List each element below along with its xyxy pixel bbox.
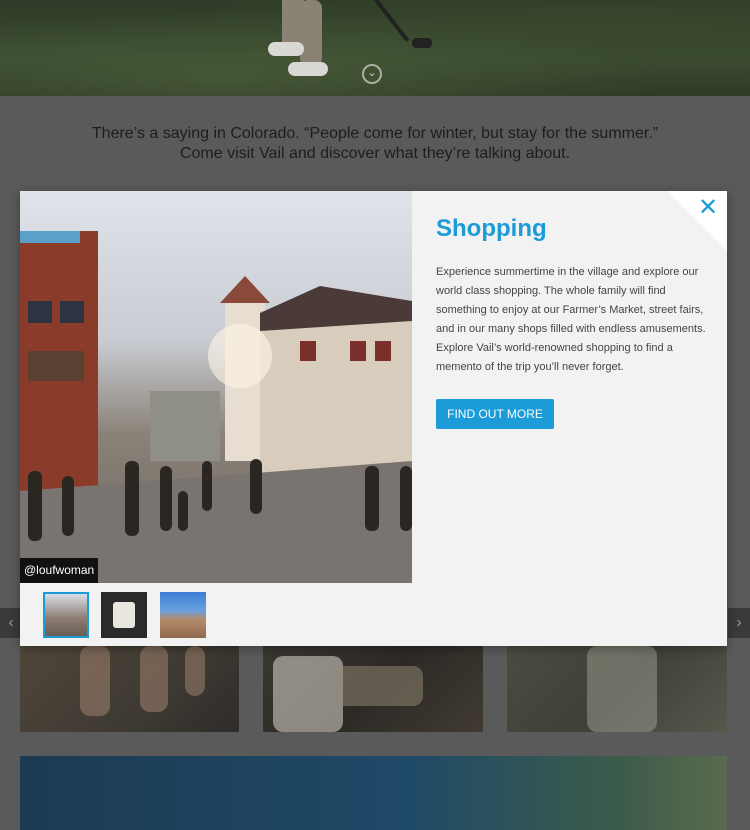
chevron-down-circle-icon[interactable]: ⌄ (362, 64, 382, 84)
carousel-prev-button[interactable]: ‹ (0, 608, 22, 638)
person-figure (140, 646, 168, 712)
village-street-illustration (20, 231, 412, 583)
hero-image: ⌄ (0, 0, 750, 96)
building-right (260, 311, 412, 481)
thumbnail-cake[interactable] (101, 592, 147, 638)
person-figure (185, 646, 205, 696)
distant-buildings (150, 391, 220, 461)
dining-table (333, 666, 423, 706)
thumbnail-village-buildings[interactable] (160, 592, 206, 638)
golfer-shoe (268, 42, 304, 56)
sun-glare (208, 324, 272, 388)
person-figure (80, 646, 110, 716)
bottom-banner-image (20, 756, 727, 830)
carousel-next-button[interactable]: › (728, 608, 750, 638)
gallery-tile-shopping[interactable] (20, 646, 239, 732)
window (300, 341, 316, 361)
window (375, 341, 391, 361)
window (350, 341, 366, 361)
hammock (587, 646, 657, 732)
cake-shape (113, 602, 135, 628)
golfer-leg (300, 0, 322, 66)
photo-credit: @loufwoman (20, 558, 99, 583)
window (28, 351, 84, 381)
window (28, 301, 52, 323)
gallery-tile-dining[interactable] (263, 646, 483, 732)
activity-modal: @loufwoman Shopping Experience summertim… (20, 191, 727, 646)
gallery-tile-hammock[interactable] (507, 646, 727, 732)
tower-roof (220, 276, 270, 303)
thumbnail-village-street[interactable] (43, 592, 89, 638)
intro-text: There’s a saying in Colorado. “People co… (0, 124, 750, 164)
building-roof-trim (20, 231, 80, 243)
modal-title: Shopping (436, 215, 547, 242)
intro-line-2: Come visit Vail and discover what they’r… (179, 145, 571, 162)
window (60, 301, 84, 323)
intro-line-1: There’s a saying in Colorado. “People co… (91, 125, 659, 142)
modal-description: Experience summertime in the village and… (436, 266, 706, 373)
close-icon[interactable]: ✕ (697, 196, 719, 220)
golfer-shoe (288, 62, 328, 76)
golf-club-head (412, 38, 432, 48)
find-out-more-button[interactable]: FIND OUT MORE (436, 399, 554, 429)
modal-photo: @loufwoman (20, 191, 412, 583)
